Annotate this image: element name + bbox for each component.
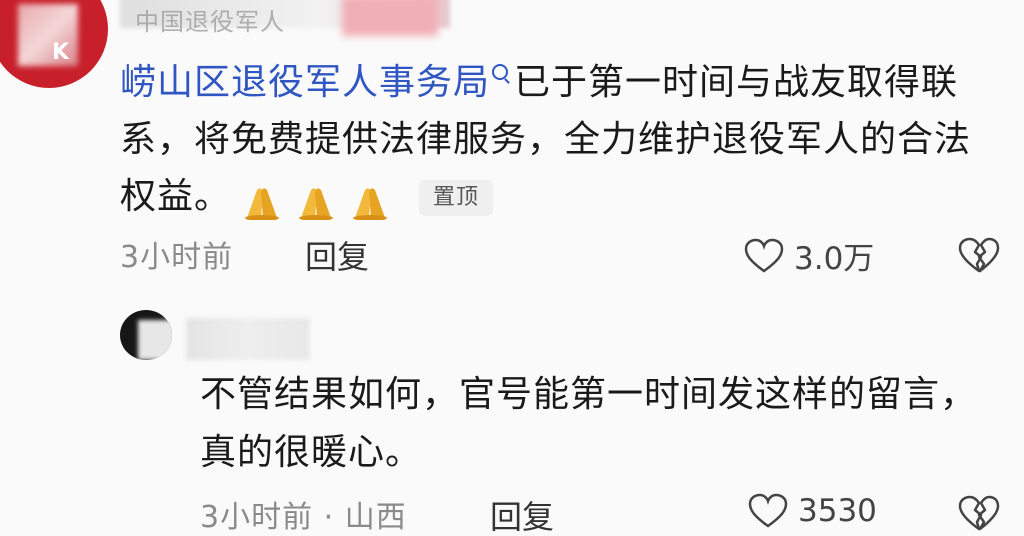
pray-hands-icon (239, 180, 285, 221)
comment-time: 3小时前 (120, 240, 234, 275)
pinned-badge: 置顶 (419, 180, 494, 216)
username-source: 中国退役军人 (135, 8, 285, 36)
like-count: 3.0万 (794, 241, 875, 277)
mention-link[interactable]: 崂山区退役军人事务局 (120, 62, 490, 103)
reply-time-location: 3小时前 · 山西 (200, 500, 407, 535)
search-icon[interactable] (492, 64, 509, 80)
avatar[interactable]: K (0, 0, 108, 88)
reply-like-button[interactable]: 3530 (748, 493, 877, 529)
badge-blurred (342, 0, 438, 36)
reply-like-count: 3530 (798, 493, 877, 529)
comment-thread: K 中国退役军人 崂山区退役军人事务局 已于第一时间与战友取得联系，将免费提供法律… (0, 0, 1024, 536)
like-button[interactable]: 3.0万 (744, 233, 874, 278)
pray-hands-icon (347, 180, 393, 221)
reply-button[interactable]: 回复 (305, 232, 369, 278)
pray-hands-icon (293, 180, 339, 221)
avatar-logo: K (52, 40, 70, 65)
reply-username-blurred[interactable] (186, 318, 310, 360)
heart-icon (748, 493, 788, 529)
reply-reply-button[interactable]: 回复 (490, 492, 554, 536)
heart-icon (744, 238, 784, 274)
dislike-icon[interactable] (958, 236, 1000, 274)
reply-dislike-icon[interactable] (958, 494, 1000, 532)
reply-comment-text: 不管结果如何，官号能第一时间发这样的留言，真的很暖心。 (200, 374, 978, 473)
comment-text: 崂山区退役军人事务局 已于第一时间与战友取得联系，将免费提供法律服务，全力维护退役… (120, 54, 1000, 225)
reply-avatar[interactable] (120, 310, 172, 360)
